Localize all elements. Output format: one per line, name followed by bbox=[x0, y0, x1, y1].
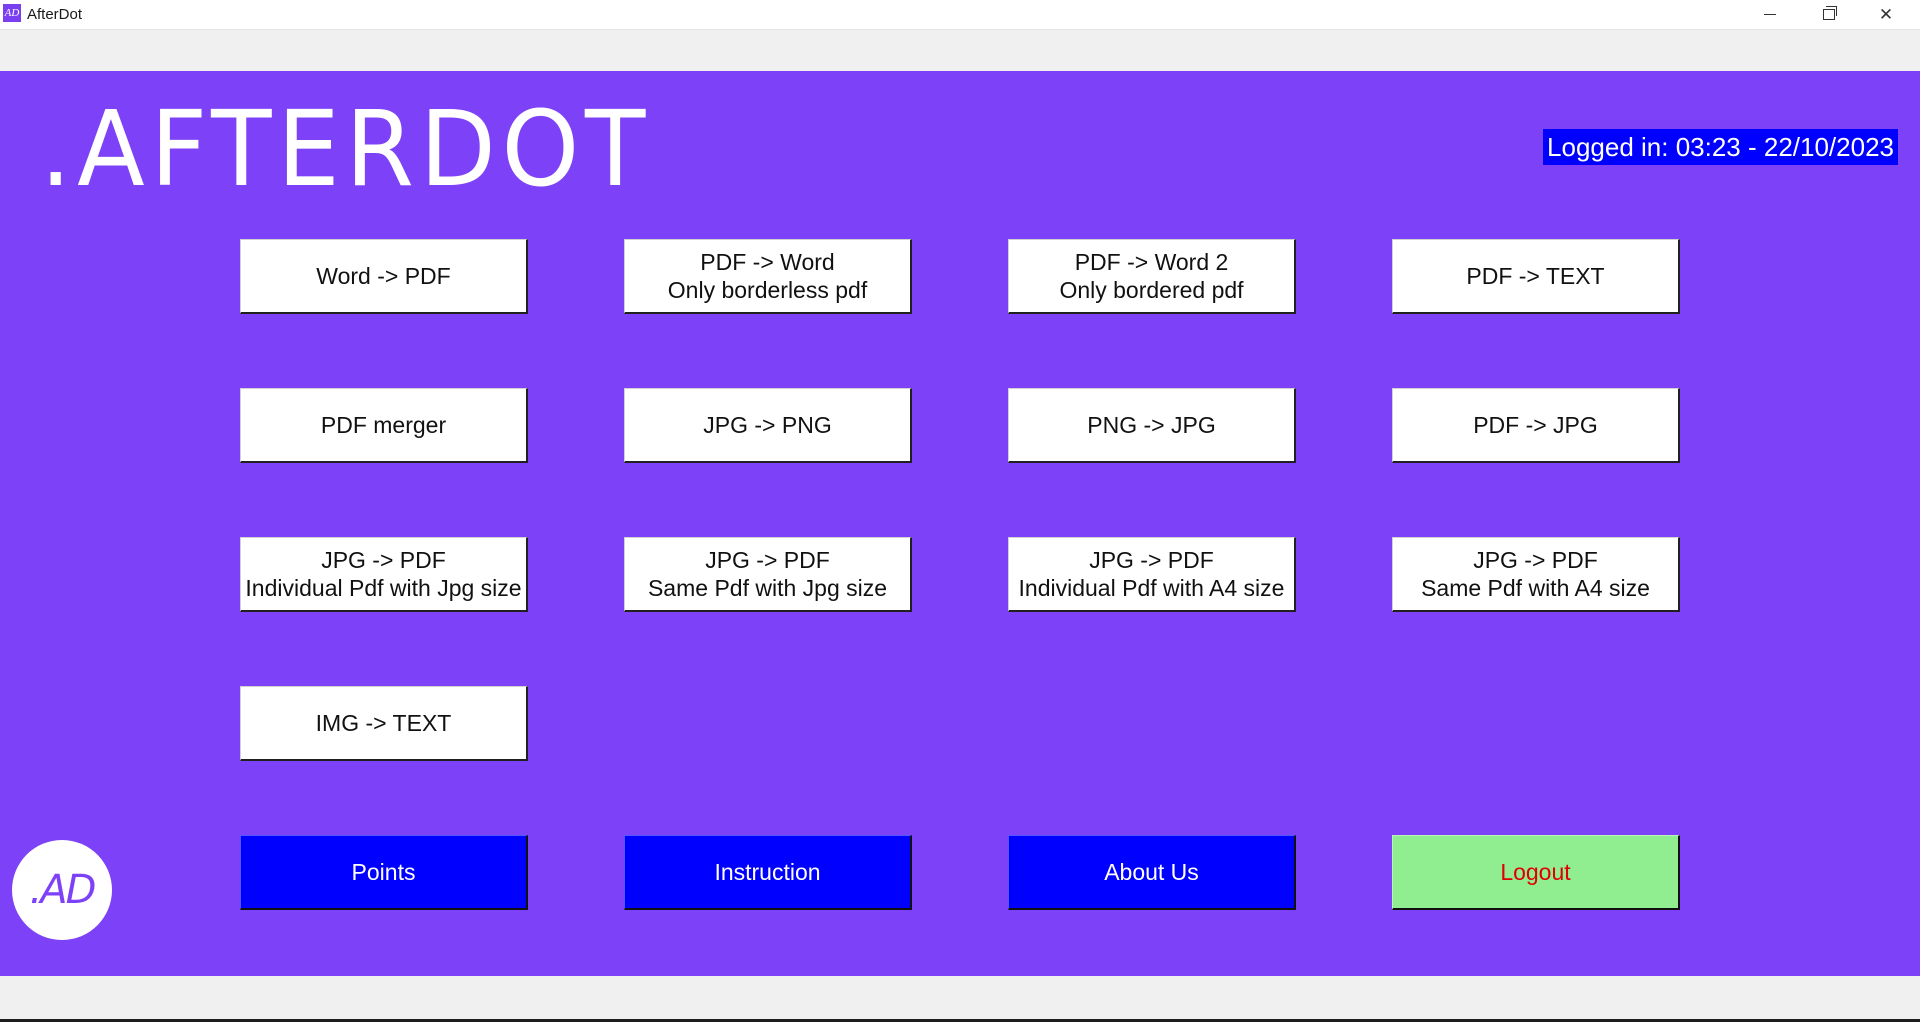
restore-icon bbox=[1823, 6, 1837, 20]
title-bar: AD AfterDot ✕ bbox=[0, 0, 1920, 30]
pdf-to-word-button[interactable]: PDF -> Word Only borderless pdf bbox=[624, 239, 912, 314]
afterdot-logo: .AD bbox=[12, 840, 112, 940]
pdf-to-jpg-button[interactable]: PDF -> JPG bbox=[1392, 388, 1680, 463]
close-icon: ✕ bbox=[1878, 4, 1894, 24]
jpg-to-pdf-same-a4-button[interactable]: JPG -> PDF Same Pdf with A4 size bbox=[1392, 537, 1680, 612]
login-status: Logged in: 03:23 - 22/10/2023 bbox=[1543, 129, 1898, 165]
about-us-button[interactable]: About Us bbox=[1008, 835, 1296, 910]
jpg-to-pdf-same-jpg-size-button[interactable]: JPG -> PDF Same Pdf with Jpg size bbox=[624, 537, 912, 612]
img-to-text-button[interactable]: IMG -> TEXT bbox=[240, 686, 528, 761]
status-bar bbox=[0, 976, 1920, 1019]
pdf-to-text-button[interactable]: PDF -> TEXT bbox=[1392, 239, 1680, 314]
pdf-to-word-2-button[interactable]: PDF -> Word 2 Only bordered pdf bbox=[1008, 239, 1296, 314]
pdf-merger-button[interactable]: PDF merger bbox=[240, 388, 528, 463]
restore-button[interactable] bbox=[1806, 0, 1852, 29]
minimize-icon bbox=[1764, 14, 1776, 15]
window-title: AfterDot bbox=[27, 6, 83, 23]
close-button[interactable]: ✕ bbox=[1863, 0, 1909, 29]
jpg-to-png-button[interactable]: JPG -> PNG bbox=[624, 388, 912, 463]
instruction-button[interactable]: Instruction bbox=[624, 835, 912, 910]
word-to-pdf-button[interactable]: Word -> PDF bbox=[240, 239, 528, 314]
png-to-jpg-button[interactable]: PNG -> JPG bbox=[1008, 388, 1296, 463]
main-panel: .AFTERDOT Logged in: 03:23 - 22/10/2023 … bbox=[0, 71, 1920, 976]
menu-bar bbox=[0, 30, 1920, 71]
brand-title: .AFTERDOT bbox=[40, 88, 652, 210]
logout-button[interactable]: Logout bbox=[1392, 835, 1680, 910]
jpg-to-pdf-individual-jpg-size-button[interactable]: JPG -> PDF Individual Pdf with Jpg size bbox=[240, 537, 528, 612]
app-icon: AD bbox=[3, 4, 21, 22]
minimize-button[interactable] bbox=[1747, 0, 1793, 29]
points-button[interactable]: Points bbox=[240, 835, 528, 910]
jpg-to-pdf-individual-a4-button[interactable]: JPG -> PDF Individual Pdf with A4 size bbox=[1008, 537, 1296, 612]
